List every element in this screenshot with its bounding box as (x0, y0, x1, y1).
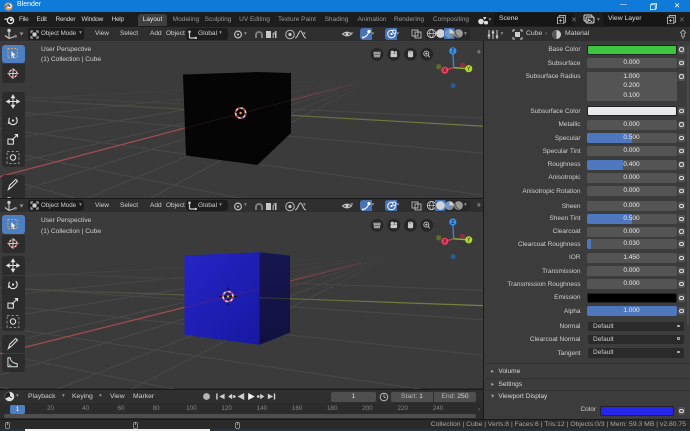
svg-text:Z: Z (451, 220, 454, 226)
svg-text:Z: Z (451, 48, 454, 54)
